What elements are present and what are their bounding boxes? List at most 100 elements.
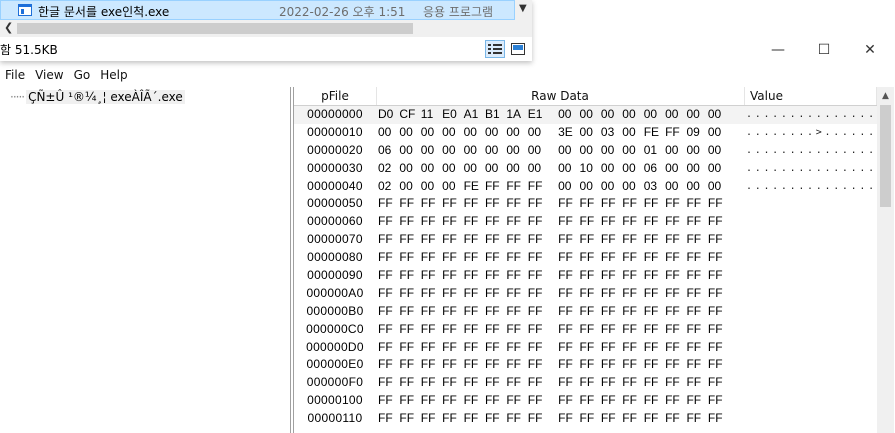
byte-cell[interactable]: FF: [622, 267, 643, 285]
byte-cell[interactable]: FF: [558, 356, 579, 374]
byte-cell[interactable]: FF: [399, 339, 420, 357]
byte-cell[interactable]: 02: [378, 178, 399, 196]
byte-cell[interactable]: FF: [601, 321, 622, 339]
byte-cell[interactable]: FF: [464, 249, 485, 267]
menu-help[interactable]: Help: [95, 66, 132, 84]
byte-cell[interactable]: FF: [686, 410, 707, 428]
byte-cell[interactable]: FF: [580, 231, 601, 249]
byte-cell[interactable]: FF: [378, 356, 399, 374]
byte-cell[interactable]: 00: [622, 142, 643, 160]
byte-cell[interactable]: 00: [558, 178, 579, 196]
byte-cell[interactable]: 00: [708, 178, 729, 196]
byte-cell[interactable]: FF: [686, 231, 707, 249]
maximize-button[interactable]: ☐: [801, 35, 847, 65]
table-row[interactable]: 000000D0 FF FF FF FF FF FF FF FF FF FF FF FF FF FF FF FF: [294, 339, 877, 357]
byte-cell[interactable]: 00: [601, 178, 622, 196]
byte-cell[interactable]: FF: [622, 285, 643, 303]
byte-cell[interactable]: FF: [665, 124, 686, 142]
byte-cell[interactable]: 00: [464, 124, 485, 142]
byte-cell[interactable]: 00: [580, 142, 601, 160]
byte-cell[interactable]: 02: [378, 160, 399, 178]
byte-cell[interactable]: FF: [558, 231, 579, 249]
byte-cell[interactable]: FF: [442, 356, 463, 374]
byte-cell[interactable]: FF: [421, 231, 442, 249]
byte-cell[interactable]: FF: [580, 195, 601, 213]
byte-cell[interactable]: FF: [485, 249, 506, 267]
byte-cell[interactable]: FF: [506, 410, 527, 428]
byte-cell[interactable]: FF: [378, 321, 399, 339]
byte-cell[interactable]: FF: [442, 231, 463, 249]
byte-cell[interactable]: FF: [580, 356, 601, 374]
byte-cell[interactable]: 00: [399, 178, 420, 196]
byte-cell[interactable]: FF: [421, 321, 442, 339]
byte-cell[interactable]: FF: [528, 374, 549, 392]
byte-cell[interactable]: FF: [601, 392, 622, 410]
byte-cell[interactable]: 00: [421, 124, 442, 142]
byte-cell[interactable]: FF: [708, 195, 729, 213]
byte-cell[interactable]: FF: [485, 285, 506, 303]
byte-cell[interactable]: FF: [378, 410, 399, 428]
byte-cell[interactable]: 03: [601, 124, 622, 142]
byte-cell[interactable]: FF: [464, 195, 485, 213]
byte-cell[interactable]: 00: [378, 124, 399, 142]
byte-cell[interactable]: FF: [708, 285, 729, 303]
table-row[interactable]: 00000080 FF FF FF FF FF FF FF FF FF FF FF FF FF FF FF FF: [294, 249, 877, 267]
byte-cell[interactable]: B1: [485, 106, 506, 124]
byte-cell[interactable]: FF: [580, 285, 601, 303]
byte-cell[interactable]: FF: [580, 410, 601, 428]
byte-cell[interactable]: FF: [421, 195, 442, 213]
byte-cell[interactable]: FF: [378, 392, 399, 410]
list-scrollbar[interactable]: ▼: [515, 0, 532, 20]
byte-cell[interactable]: FF: [686, 213, 707, 231]
table-row[interactable]: 000000E0 FF FF FF FF FF FF FF FF FF FF FF FF FF FF FF FF: [294, 356, 877, 374]
byte-cell[interactable]: FF: [399, 231, 420, 249]
byte-cell[interactable]: FF: [421, 392, 442, 410]
byte-cell[interactable]: FF: [644, 231, 665, 249]
byte-cell[interactable]: 00: [644, 106, 665, 124]
chevron-left-icon[interactable]: ❮: [4, 21, 13, 34]
byte-cell[interactable]: FF: [485, 195, 506, 213]
byte-cell[interactable]: FF: [644, 303, 665, 321]
byte-cell[interactable]: FF: [485, 303, 506, 321]
byte-cell[interactable]: 00: [442, 124, 463, 142]
byte-cell[interactable]: FF: [399, 285, 420, 303]
byte-cell[interactable]: FF: [528, 339, 549, 357]
byte-cell[interactable]: FF: [442, 285, 463, 303]
table-row[interactable]: 00000090 FF FF FF FF FF FF FF FF FF FF FF FF FF FF FF FF: [294, 267, 877, 285]
byte-cell[interactable]: FF: [378, 249, 399, 267]
byte-cell[interactable]: FF: [665, 285, 686, 303]
byte-cell[interactable]: FF: [622, 213, 643, 231]
byte-cell[interactable]: FF: [644, 339, 665, 357]
byte-cell[interactable]: 00: [421, 178, 442, 196]
byte-cell[interactable]: FF: [708, 374, 729, 392]
byte-cell[interactable]: FF: [665, 249, 686, 267]
byte-cell[interactable]: FF: [464, 339, 485, 357]
byte-cell[interactable]: FF: [622, 339, 643, 357]
table-row[interactable]: 00000060 FF FF FF FF FF FF FF FF FF FF FF FF FF FF FF FF: [294, 213, 877, 231]
table-row[interactable]: 00000050 FF FF FF FF FF FF FF FF FF FF FF FF FF FF FF FF: [294, 195, 877, 213]
byte-cell[interactable]: 00: [558, 142, 579, 160]
byte-cell[interactable]: FF: [686, 374, 707, 392]
byte-cell[interactable]: 00: [686, 160, 707, 178]
byte-cell[interactable]: FF: [485, 178, 506, 196]
byte-cell[interactable]: FF: [528, 213, 549, 231]
byte-cell[interactable]: FF: [665, 356, 686, 374]
byte-cell[interactable]: FF: [601, 374, 622, 392]
byte-cell[interactable]: FF: [485, 213, 506, 231]
byte-cell[interactable]: FF: [644, 267, 665, 285]
byte-cell[interactable]: FF: [399, 303, 420, 321]
table-row[interactable]: 000000C0 FF FF FF FF FF FF FF FF FF FF FF FF FF FF FF FF: [294, 321, 877, 339]
byte-cell[interactable]: FF: [601, 231, 622, 249]
scroll-thumb[interactable]: [880, 105, 891, 207]
menu-view[interactable]: View: [30, 66, 68, 84]
byte-cell[interactable]: FF: [506, 231, 527, 249]
byte-cell[interactable]: 00: [485, 160, 506, 178]
byte-cell[interactable]: FF: [464, 356, 485, 374]
table-row[interactable]: 00000110 FF FF FF FF FF FF FF FF FF FF FF FF FF FF FF FF: [294, 410, 877, 428]
byte-cell[interactable]: FF: [686, 195, 707, 213]
byte-cell[interactable]: FF: [580, 392, 601, 410]
byte-cell[interactable]: FF: [485, 374, 506, 392]
table-row[interactable]: 000000A0 FF FF FF FF FF FF FF FF FF FF FF FF FF FF FF FF: [294, 285, 877, 303]
byte-cell[interactable]: 00: [708, 124, 729, 142]
byte-cell[interactable]: 00: [665, 142, 686, 160]
